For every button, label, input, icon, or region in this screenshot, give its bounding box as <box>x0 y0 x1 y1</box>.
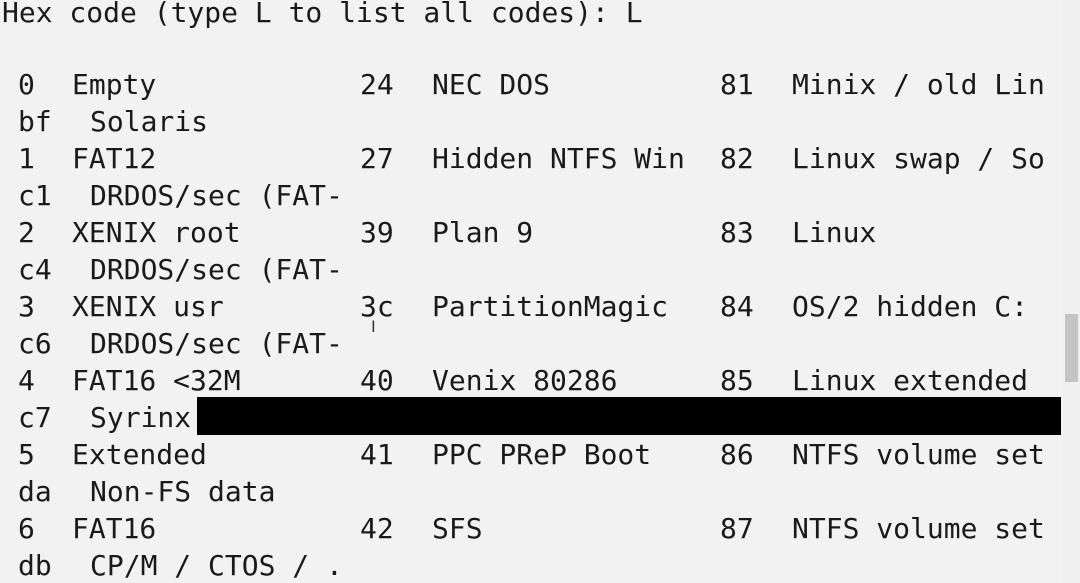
partition-name: PartitionMagic <box>432 290 669 323</box>
partition-code: c4 <box>18 253 52 286</box>
partition-code: 42 <box>360 512 394 545</box>
partition-name: XENIX usr <box>72 290 224 323</box>
partition-name: NEC DOS <box>432 68 551 101</box>
scrollbar-thumb[interactable] <box>1065 314 1078 382</box>
partition-code: c6 <box>18 327 52 360</box>
prompt-line: Hex code (type L to list all codes): L <box>0 0 643 31</box>
partition-name: FAT16 <box>72 512 157 545</box>
partition-name: NTFS volume set <box>792 438 1045 471</box>
i-beam-cursor-icon: I <box>371 317 376 336</box>
prompt-text: Hex code (type L to list all codes): L <box>2 0 643 29</box>
partition-name: OS/2 hidden C: <box>792 290 1029 323</box>
partition-name: Syrinx <box>90 401 192 434</box>
partition-name: DRDOS/sec (FAT- <box>90 327 343 360</box>
partition-code: 0 <box>18 68 35 101</box>
partition-code: 3 <box>18 290 35 323</box>
partition-name: Linux extended <box>792 364 1029 397</box>
partition-name: SFS <box>432 512 483 545</box>
partition-code: 81 <box>720 68 754 101</box>
partition-name: Empty <box>72 68 157 101</box>
partition-code: 39 <box>360 216 394 249</box>
redaction-bar <box>197 397 1061 435</box>
partition-name: CP/M / CTOS / . <box>90 549 343 582</box>
partition-code: 6 <box>18 512 35 545</box>
vertical-scrollbar[interactable] <box>1063 0 1080 583</box>
partition-code: 84 <box>720 290 754 323</box>
partition-name: Extended <box>72 438 207 471</box>
partition-name: PPC PReP Boot <box>432 438 652 471</box>
partition-code: 86 <box>720 438 754 471</box>
terminal-output[interactable]: Hex code (type L to list all codes): L 0… <box>0 0 1064 583</box>
partition-code: 87 <box>720 512 754 545</box>
partition-code: 82 <box>720 142 754 175</box>
partition-name: Venix 80286 <box>432 364 618 397</box>
partition-name: Minix / old Lin <box>792 68 1045 101</box>
partition-code: 85 <box>720 364 754 397</box>
partition-code: c1 <box>18 179 52 212</box>
partition-code: 5 <box>18 438 35 471</box>
partition-name: Linux <box>792 216 877 249</box>
partition-name: DRDOS/sec (FAT- <box>90 179 343 212</box>
partition-name: Non-FS data <box>90 475 276 508</box>
partition-name: XENIX root <box>72 216 241 249</box>
partition-code: 4 <box>18 364 35 397</box>
partition-code: 40 <box>360 364 394 397</box>
partition-code: bf <box>18 105 52 138</box>
partition-name: Hidden NTFS Win <box>432 142 685 175</box>
partition-code: 1 <box>18 142 35 175</box>
partition-name: Linux swap / So <box>792 142 1045 175</box>
partition-name: NTFS volume set <box>792 512 1045 545</box>
partition-code: 27 <box>360 142 394 175</box>
partition-code: c7 <box>18 401 52 434</box>
partition-name: FAT12 <box>72 142 157 175</box>
partition-code: 41 <box>360 438 394 471</box>
partition-code: 2 <box>18 216 35 249</box>
partition-code: da <box>18 475 52 508</box>
partition-code: 83 <box>720 216 754 249</box>
partition-code: 24 <box>360 68 394 101</box>
partition-code: db <box>18 549 52 582</box>
partition-name: Solaris <box>90 105 209 138</box>
partition-name: DRDOS/sec (FAT- <box>90 253 343 286</box>
partition-name: FAT16 <32M <box>72 364 241 397</box>
partition-name: Plan 9 <box>432 216 534 249</box>
